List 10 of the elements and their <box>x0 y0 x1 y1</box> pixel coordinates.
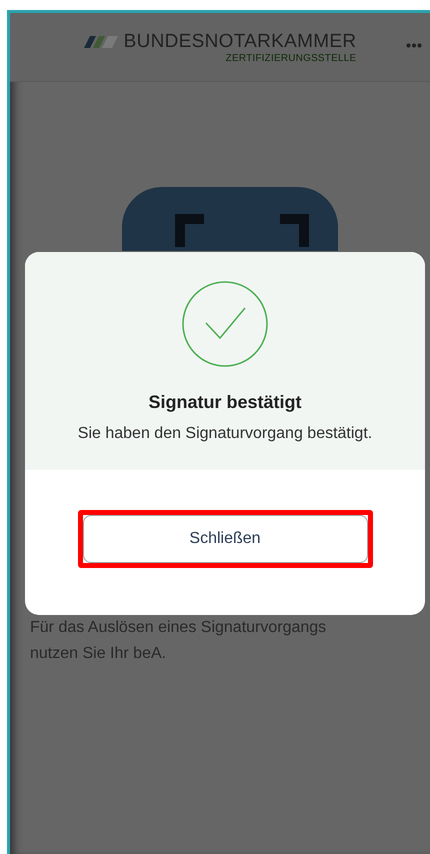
scan-frame-icon <box>122 187 338 251</box>
stripes-logo-icon <box>84 36 118 48</box>
close-button[interactable]: Schließen <box>82 514 368 562</box>
brand-subtitle: ZERTIFIZIERUNGSSTELLE <box>226 52 356 64</box>
dialog-message: Sie haben den Signaturvorgang bestätigt. <box>78 425 372 443</box>
checkmark-circle-icon <box>181 280 269 368</box>
brand-name: BUNDESNOTARKAMMER <box>124 30 356 52</box>
dialog-title: Signatur bestätigt <box>148 392 302 413</box>
info-text: Für das Auslösen eines Signaturvorgangs nutzen Sie Ihr beA. <box>30 618 328 664</box>
more-menu-icon[interactable] <box>406 43 422 48</box>
